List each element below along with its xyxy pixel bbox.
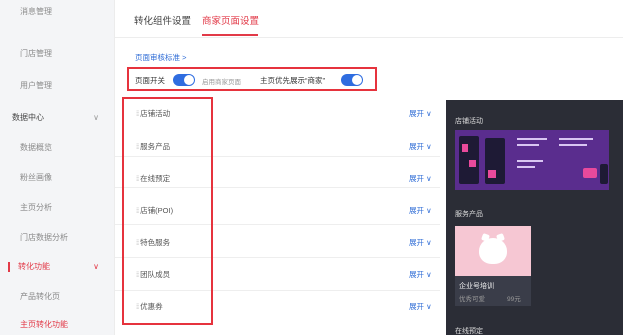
tab-merchant-page-settings[interactable]: 商家页面设置 <box>202 13 259 27</box>
sidebar: 消息管理 门店管理 用户管理 数据中心 ∨ 数据概览 粉丝画像 主页分析 门店数据… <box>0 0 115 335</box>
sidebar-item-store-data-analysis[interactable]: 门店数据分析 <box>0 228 115 248</box>
banner-text-line <box>559 138 593 140</box>
sidebar-item-stores[interactable]: 门店管理 <box>0 44 115 64</box>
banner-text-line <box>559 144 587 146</box>
page-switch-hint: 启用商家页面 <box>202 79 241 86</box>
sidebar-item-label: 门店管理 <box>20 49 52 58</box>
preview-section-title: 服务产品 <box>455 211 483 218</box>
activity-banner-image <box>455 130 609 190</box>
active-indicator <box>8 262 10 272</box>
sidebar-item-fan-portrait[interactable]: 粉丝画像 <box>0 168 115 188</box>
page-standard-link[interactable]: 页面审核标准 > <box>135 52 186 63</box>
sidebar-item-label: 主页分析 <box>20 203 52 212</box>
tab-conversion-components[interactable]: 转化组件设置 <box>134 13 191 27</box>
product-card[interactable]: 企业号培训 优秀可爱 99元 <box>455 226 531 306</box>
sidebar-item-label: 消息管理 <box>20 7 52 16</box>
banner-accent-shape <box>583 168 597 178</box>
sidebar-item-label: 产品转化页 <box>20 292 60 301</box>
expand-button[interactable]: 展开 ∨ <box>409 141 432 152</box>
sidebar-item-product-conversion[interactable]: 产品转化页 <box>0 287 115 307</box>
sidebar-item-label: 门店数据分析 <box>20 233 68 242</box>
sidebar-item-data-overview[interactable]: 数据概览 <box>0 138 115 158</box>
banner-text-line <box>517 138 547 140</box>
banner-accent-shape <box>488 170 496 178</box>
sidebar-item-label: 粉丝画像 <box>20 173 52 182</box>
toggles-highlight-box: 页面开关 启用商家页面 主页优先展示“商家” <box>127 67 377 91</box>
expand-button[interactable]: 展开 ∨ <box>409 301 432 312</box>
banner-text-line <box>517 160 543 162</box>
preview-section-title: 在线预定 <box>455 328 483 335</box>
product-card-title: 企业号培训 <box>459 283 494 290</box>
sidebar-item-label: 用户管理 <box>20 81 52 90</box>
cat-illustration-icon <box>479 238 507 264</box>
homepage-priority-label: 主页优先展示“商家” <box>260 76 325 85</box>
page-switch-toggle[interactable] <box>173 74 195 86</box>
chevron-down-icon: ∨ <box>93 113 99 122</box>
app-root: 消息管理 门店管理 用户管理 数据中心 ∨ 数据概览 粉丝画像 主页分析 门店数据… <box>0 0 623 335</box>
sidebar-item-label: 数据概览 <box>20 143 52 152</box>
banner-phone-shape <box>600 164 608 184</box>
product-card-image <box>455 226 531 276</box>
sidebar-item-homepage-conversion[interactable]: 主页转化功能 <box>0 315 115 335</box>
expand-button[interactable]: 展开 ∨ <box>409 108 432 119</box>
product-card-subtitle: 优秀可爱 <box>459 296 485 303</box>
chevron-down-icon: ∨ <box>93 262 99 271</box>
sidebar-item-messages[interactable]: 消息管理 <box>0 2 115 22</box>
expand-button[interactable]: 展开 ∨ <box>409 205 432 216</box>
tab-bar: 转化组件设置 商家页面设置 <box>115 0 623 38</box>
expand-button[interactable]: 展开 ∨ <box>409 237 432 248</box>
sidebar-item-label: 数据中心 <box>12 113 44 122</box>
homepage-priority-toggle[interactable] <box>341 74 363 86</box>
sidebar-item-label: 转化功能 <box>18 262 50 271</box>
page-switch-label: 页面开关 <box>135 76 165 85</box>
banner-accent-shape <box>462 144 468 152</box>
sidebar-group-data-center[interactable]: 数据中心 ∨ <box>0 108 115 128</box>
expand-button[interactable]: 展开 ∨ <box>409 269 432 280</box>
banner-text-line <box>517 144 539 146</box>
preview-section-title: 店铺活动 <box>455 118 483 125</box>
sidebar-item-label: 主页转化功能 <box>20 320 68 329</box>
banner-accent-shape <box>469 160 476 167</box>
modules-highlight-box <box>122 97 213 325</box>
sidebar-item-users[interactable]: 用户管理 <box>0 76 115 96</box>
product-card-price: 99元 <box>507 296 521 303</box>
sidebar-group-conversion[interactable]: 转化功能 ∨ <box>0 257 115 277</box>
expand-button[interactable]: 展开 ∨ <box>409 173 432 184</box>
banner-text-line <box>517 166 535 168</box>
sidebar-item-homepage-analysis[interactable]: 主页分析 <box>0 198 115 218</box>
active-tab-underline <box>202 34 258 36</box>
